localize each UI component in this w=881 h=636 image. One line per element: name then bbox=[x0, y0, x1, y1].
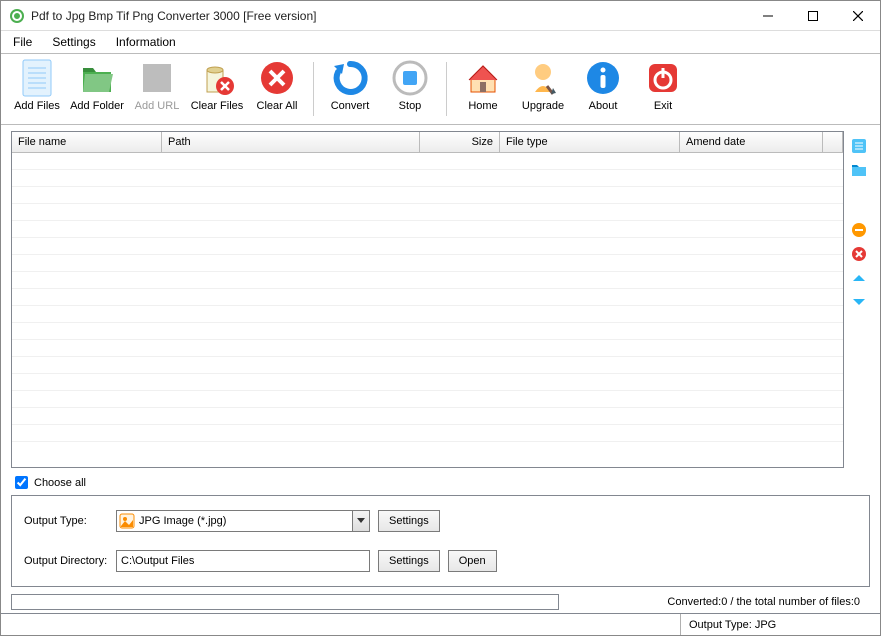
menu-bar: File Settings Information bbox=[1, 31, 880, 53]
table-row bbox=[12, 374, 843, 391]
add-folder-label: Add Folder bbox=[70, 100, 124, 112]
side-buttons bbox=[844, 131, 874, 495]
home-button[interactable]: Home bbox=[453, 56, 513, 122]
table-row bbox=[12, 357, 843, 374]
clear-files-icon bbox=[197, 58, 237, 98]
progress-bar bbox=[11, 594, 559, 610]
table-row bbox=[12, 272, 843, 289]
output-dir-settings-button[interactable]: Settings bbox=[378, 550, 440, 572]
add-folder-button[interactable]: Add Folder bbox=[67, 56, 127, 122]
toolbar-separator bbox=[313, 62, 314, 116]
col-file-type[interactable]: File type bbox=[500, 132, 680, 152]
add-files-button[interactable]: Add Files bbox=[7, 56, 67, 122]
clear-files-label: Clear Files bbox=[191, 100, 244, 112]
table-row bbox=[12, 153, 843, 170]
maximize-button[interactable] bbox=[790, 1, 835, 30]
table-row bbox=[12, 204, 843, 221]
output-dir-label: Output Directory: bbox=[24, 555, 116, 567]
home-icon bbox=[463, 58, 503, 98]
output-type-settings-button[interactable]: Settings bbox=[378, 510, 440, 532]
table-body[interactable] bbox=[12, 153, 843, 467]
progress-row: Converted:0 / the total number of files:… bbox=[11, 593, 870, 611]
exit-label: Exit bbox=[654, 100, 672, 112]
col-file-name[interactable]: File name bbox=[12, 132, 162, 152]
stop-icon bbox=[390, 58, 430, 98]
table-row bbox=[12, 391, 843, 408]
status-bar: Output Type: JPG bbox=[1, 613, 880, 635]
folder-icon bbox=[77, 58, 117, 98]
about-button[interactable]: About bbox=[573, 56, 633, 122]
clear-all-label: Clear All bbox=[257, 100, 298, 112]
about-label: About bbox=[589, 100, 618, 112]
work-area: File name Path Size File type Amend date… bbox=[1, 125, 880, 495]
minimize-button[interactable] bbox=[745, 1, 790, 30]
side-add-folder-icon[interactable] bbox=[850, 161, 868, 179]
toolbar: Add Files Add Folder Add URL Clear Files… bbox=[1, 53, 880, 125]
home-label: Home bbox=[468, 100, 497, 112]
table-row bbox=[12, 238, 843, 255]
upgrade-button[interactable]: Upgrade bbox=[513, 56, 573, 122]
upgrade-label: Upgrade bbox=[522, 100, 564, 112]
chevron-down-icon bbox=[352, 511, 369, 531]
stop-label: Stop bbox=[399, 100, 422, 112]
output-dir-input[interactable]: C:\Output Files bbox=[116, 550, 370, 572]
menu-information[interactable]: Information bbox=[112, 33, 180, 51]
table-row bbox=[12, 408, 843, 425]
app-icon bbox=[9, 8, 25, 24]
add-url-button: Add URL bbox=[127, 56, 187, 122]
col-size[interactable]: Size bbox=[420, 132, 500, 152]
table-header: File name Path Size File type Amend date bbox=[12, 132, 843, 153]
upgrade-icon bbox=[523, 58, 563, 98]
window-title: Pdf to Jpg Bmp Tif Png Converter 3000 [F… bbox=[31, 9, 745, 23]
output-panel: Output Type: JPG Image (*.jpg) Settings … bbox=[11, 495, 870, 587]
choose-all-checkbox[interactable]: Choose all bbox=[15, 476, 844, 489]
col-amend-date[interactable]: Amend date bbox=[680, 132, 823, 152]
convert-button[interactable]: Convert bbox=[320, 56, 380, 122]
add-url-label: Add URL bbox=[135, 100, 180, 112]
convert-icon bbox=[330, 58, 370, 98]
exit-button[interactable]: Exit bbox=[633, 56, 693, 122]
side-add-file-icon[interactable] bbox=[850, 137, 868, 155]
menu-file[interactable]: File bbox=[9, 33, 36, 51]
file-icon bbox=[17, 58, 57, 98]
side-move-down-icon[interactable] bbox=[850, 293, 868, 311]
menu-settings[interactable]: Settings bbox=[48, 33, 99, 51]
output-type-label: Output Type: bbox=[24, 515, 116, 527]
url-icon bbox=[137, 58, 177, 98]
about-icon bbox=[583, 58, 623, 98]
exit-icon bbox=[643, 58, 683, 98]
output-type-value: JPG Image (*.jpg) bbox=[139, 515, 226, 527]
output-dir-open-button[interactable]: Open bbox=[448, 550, 497, 572]
clear-all-button[interactable]: Clear All bbox=[247, 56, 307, 122]
output-type-combo[interactable]: JPG Image (*.jpg) bbox=[116, 510, 370, 532]
table-row bbox=[12, 323, 843, 340]
col-path[interactable]: Path bbox=[162, 132, 420, 152]
close-button[interactable] bbox=[835, 1, 880, 30]
side-remove-icon[interactable] bbox=[850, 221, 868, 239]
col-extra[interactable] bbox=[823, 132, 843, 152]
stop-button[interactable]: Stop bbox=[380, 56, 440, 122]
choose-all-label: Choose all bbox=[34, 477, 86, 489]
progress-text: Converted:0 / the total number of files:… bbox=[559, 596, 870, 608]
add-files-label: Add Files bbox=[14, 100, 60, 112]
table-row bbox=[12, 221, 843, 238]
jpg-icon bbox=[119, 513, 135, 529]
table-row bbox=[12, 306, 843, 323]
table-row bbox=[12, 289, 843, 306]
table-row bbox=[12, 340, 843, 357]
status-output-type: Output Type: JPG bbox=[680, 614, 880, 635]
table-row bbox=[12, 170, 843, 187]
toolbar-separator bbox=[446, 62, 447, 116]
title-bar: Pdf to Jpg Bmp Tif Png Converter 3000 [F… bbox=[1, 1, 880, 31]
side-delete-icon[interactable] bbox=[850, 245, 868, 263]
file-table[interactable]: File name Path Size File type Amend date bbox=[11, 131, 844, 468]
table-row bbox=[12, 425, 843, 442]
clear-files-button[interactable]: Clear Files bbox=[187, 56, 247, 122]
convert-label: Convert bbox=[331, 100, 370, 112]
side-move-up-icon[interactable] bbox=[850, 269, 868, 287]
table-row bbox=[12, 187, 843, 204]
clear-all-icon bbox=[257, 58, 297, 98]
choose-all-input[interactable] bbox=[15, 476, 28, 489]
table-row bbox=[12, 255, 843, 272]
